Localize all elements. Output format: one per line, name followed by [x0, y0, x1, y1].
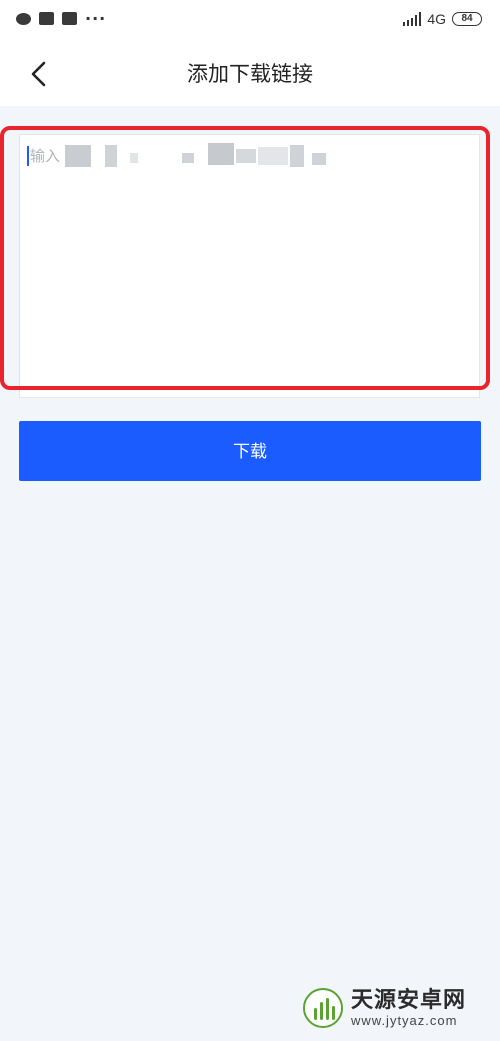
redacted-text: [290, 145, 304, 167]
link-textarea[interactable]: 输入: [19, 134, 480, 398]
status-system: 4G 84: [403, 11, 482, 27]
redacted-text: [236, 149, 256, 163]
watermark-url: www.jytyaz.com: [351, 1013, 458, 1028]
android-logo-icon: [303, 988, 343, 1028]
redacted-text: [258, 147, 288, 165]
watermark: 天源安卓网 www.jytyaz.com: [303, 988, 466, 1028]
text-caret: [27, 146, 29, 166]
upload-icon: [62, 12, 77, 25]
link-placeholder: 输入: [30, 147, 61, 165]
network-type: 4G: [427, 11, 446, 27]
signal-icon: [403, 12, 422, 26]
redacted-text: [208, 143, 234, 165]
status-bar: ··· 4G 84: [0, 0, 500, 42]
page-title: 添加下载链接: [187, 62, 313, 86]
redacted-text: [130, 153, 138, 163]
redacted-text: [105, 145, 117, 167]
nav-bar: 添加下载链接: [0, 42, 500, 106]
redacted-text: [312, 153, 326, 165]
more-notifications-icon: ···: [85, 9, 107, 28]
battery-icon: 84: [452, 12, 482, 26]
message-icon: [39, 12, 54, 25]
download-button[interactable]: 下载: [19, 421, 481, 481]
redacted-text: [182, 153, 194, 163]
redacted-text: [65, 145, 91, 167]
back-arrow-icon[interactable]: [26, 58, 52, 90]
wechat-icon: [16, 12, 31, 25]
watermark-name: 天源安卓网: [351, 988, 467, 1013]
status-notifications: ···: [16, 9, 107, 28]
